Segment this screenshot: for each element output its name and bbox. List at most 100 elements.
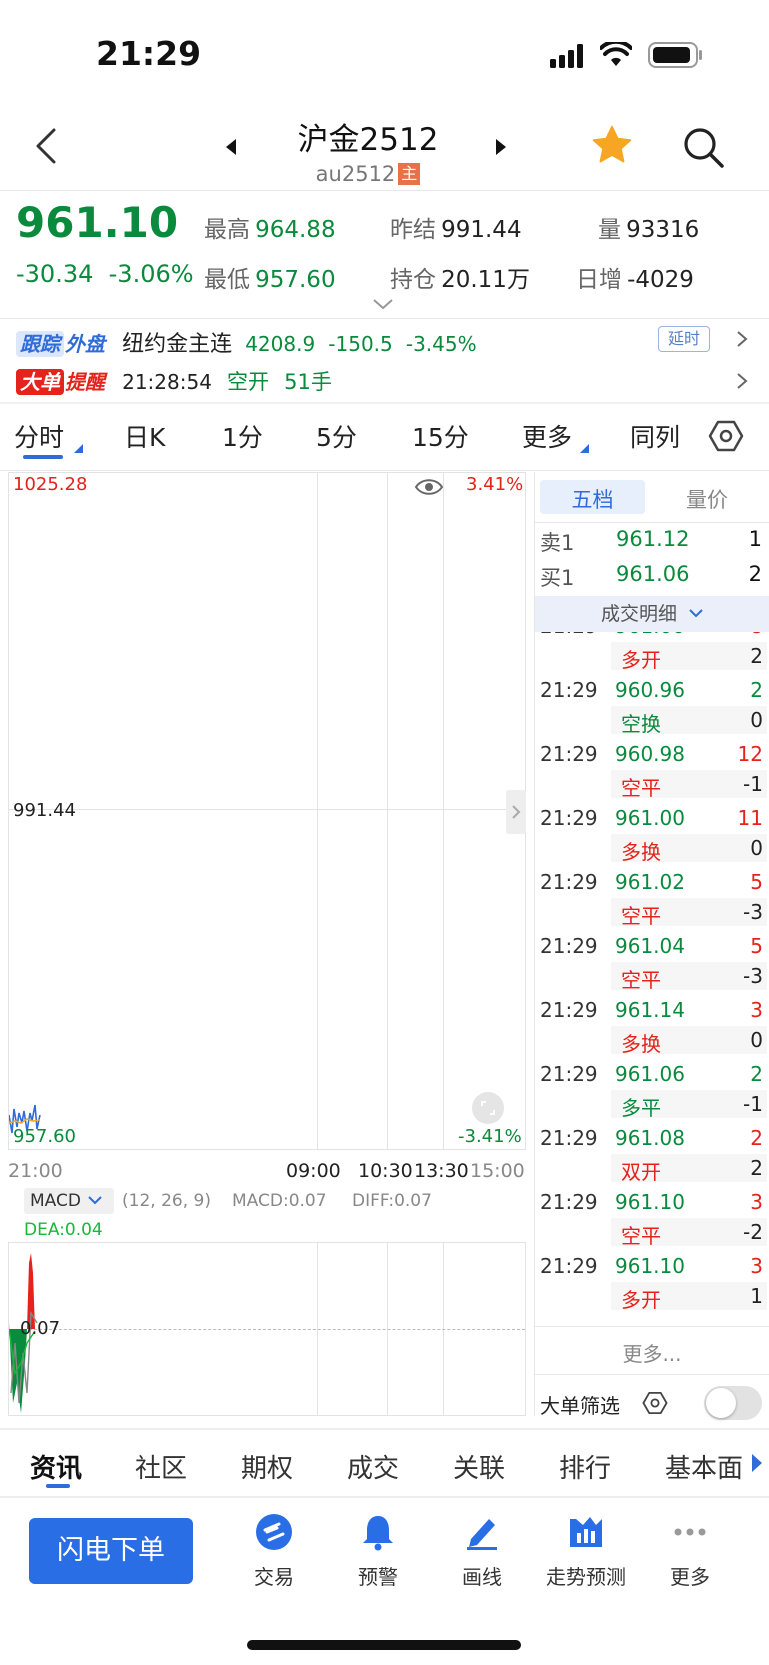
tab-fundamentals[interactable]: 基本面 <box>665 1448 747 1485</box>
tick-type: 多换 <box>621 1032 661 1056</box>
ask-row: 卖1 961.12 1 <box>540 527 762 559</box>
reminder-tag: 提醒 <box>65 370 105 394</box>
tick-price: 960.96 <box>615 678 685 702</box>
status-time: 21:29 <box>96 34 202 73</box>
time-label: 15:00 <box>470 1160 525 1182</box>
nav-trade[interactable]: 交易 <box>224 1513 324 1590</box>
bell-icon <box>363 1516 393 1551</box>
tab-15min[interactable]: 15分 <box>412 418 469 454</box>
back-arrow-icon[interactable] <box>28 126 68 166</box>
macd-label: MACD: <box>232 1191 289 1211</box>
tick-price: 961.06 <box>615 1062 685 1086</box>
nav-draw-line[interactable]: 画线 <box>432 1513 532 1590</box>
big-order-filter-toggle[interactable] <box>704 1386 762 1420</box>
prev-settle-label: 昨结 <box>390 217 436 243</box>
chevron-right-icon[interactable] <box>736 372 748 390</box>
eye-icon[interactable] <box>414 476 444 498</box>
ask-price: 961.12 <box>616 527 690 551</box>
volume-value: 93316 <box>626 217 700 243</box>
nav-forecast[interactable]: 走势预测 <box>536 1513 636 1590</box>
high-stat: 最高 964.88 <box>204 210 336 244</box>
big-order-type: 空开 <box>227 370 270 394</box>
divider <box>0 402 769 404</box>
tab-5min[interactable]: 5分 <box>316 418 357 454</box>
tick-time: 21:29 <box>540 632 598 638</box>
tick-time: 21:29 <box>540 870 598 894</box>
nav-alert[interactable]: 预警 <box>328 1513 428 1590</box>
tab-community[interactable]: 社区 <box>135 1448 187 1485</box>
more-icon <box>674 1528 706 1536</box>
prev-contract-icon[interactable] <box>224 138 238 156</box>
tick-type: 多开 <box>621 648 661 672</box>
expand-chevron-icon[interactable] <box>372 298 394 310</box>
tab-ranking[interactable]: 排行 <box>559 1448 611 1485</box>
more-ticks-link[interactable]: 更多... <box>535 1338 769 1367</box>
divider <box>0 1428 769 1430</box>
tab-intraday[interactable]: 分时 <box>14 418 64 454</box>
chevron-right-icon[interactable] <box>736 330 748 348</box>
track-tag: 跟踪 <box>16 331 64 357</box>
time-label: 10:30 <box>358 1160 413 1182</box>
intraday-chart[interactable] <box>8 472 526 1150</box>
prev-settle-line <box>9 809 525 810</box>
grid-line <box>387 473 388 1149</box>
low-stat: 最低 957.60 <box>204 260 336 294</box>
tick-delta: -3 <box>743 900 763 924</box>
time-label: 13:30 <box>414 1160 469 1182</box>
next-contract-icon[interactable] <box>494 138 508 156</box>
indicator-select[interactable]: MACD <box>24 1188 114 1214</box>
tab-five-levels[interactable]: 五档 <box>540 484 645 514</box>
big-order-row[interactable]: 大单 提醒 21:28:54 空开 51手 <box>16 366 764 398</box>
contract-code: au2512 <box>315 162 396 186</box>
nav-more[interactable]: 更多 <box>640 1513 740 1590</box>
trade-tick-row: 21:29 961.10 3 空平 -2 <box>535 1188 769 1252</box>
tick-volume: 5 <box>750 934 763 958</box>
chart-top-price: 1025.28 <box>13 474 88 495</box>
external-market-row[interactable]: 跟踪 外盘 纽约金主连 4208.9 -150.5 -3.45% <box>16 326 764 358</box>
tab-trades[interactable]: 成交 <box>347 1448 399 1485</box>
indicator-select-label: MACD <box>30 1191 81 1211</box>
macd-params: (12, 26, 9) <box>122 1191 211 1211</box>
open-interest-value: 20.11万 <box>441 267 530 293</box>
tick-delta: 0 <box>750 708 763 732</box>
trade-detail-header[interactable]: 成交明细 <box>535 596 769 632</box>
tab-volume-price[interactable]: 量价 <box>652 484 762 514</box>
nav-draw-line-label: 画线 <box>462 1565 502 1589</box>
trade-tick-row: 21:29 961.08 2 双开 2 <box>535 1124 769 1188</box>
big-order-time: 21:28:54 <box>122 370 212 394</box>
tab-more[interactable]: 更多 <box>522 418 572 454</box>
scroll-right-icon[interactable] <box>750 1452 764 1474</box>
flash-order-button[interactable]: 闪电下单 <box>29 1518 193 1584</box>
prev-settle-value: 991.44 <box>441 217 522 243</box>
filter-settings-icon[interactable] <box>642 1390 668 1416</box>
low-value: 957.60 <box>255 267 336 293</box>
tab-1min[interactable]: 1分 <box>222 418 263 454</box>
grid-line <box>443 473 444 1149</box>
chart-settings-icon[interactable] <box>708 418 744 454</box>
external-price: 4208.9 <box>245 332 316 356</box>
tick-volume: 12 <box>737 742 763 766</box>
tick-volume: 3 <box>750 1254 763 1278</box>
nav-forecast-label: 走势预测 <box>546 1565 626 1589</box>
trade-tick-row: 21:29 960.96 2 空换 0 <box>535 676 769 740</box>
tick-time: 21:29 <box>540 742 598 766</box>
tab-same-column[interactable]: 同列 <box>630 418 680 454</box>
trade-tick-list[interactable]: 21:29 961.00 8 多开 2 21:29 960.96 2 空换 0 21:29 960.9… <box>535 632 769 1322</box>
tab-daily-k[interactable]: 日K <box>124 418 165 454</box>
fullscreen-icon[interactable] <box>472 1092 504 1124</box>
toggle-knob <box>706 1388 736 1418</box>
tab-options[interactable]: 期权 <box>241 1448 293 1485</box>
tab-related[interactable]: 关联 <box>453 1448 505 1485</box>
external-pct: -3.45% <box>405 332 477 356</box>
contract-subtitle: au2512 主 <box>260 162 476 186</box>
tick-time: 21:29 <box>540 934 598 958</box>
side-panel-toggle[interactable] <box>506 790 526 834</box>
star-icon[interactable] <box>590 124 634 168</box>
tab-news[interactable]: 资讯 <box>30 1448 82 1485</box>
search-icon[interactable] <box>682 126 726 170</box>
tick-type: 双开 <box>621 1160 661 1184</box>
delay-badge: 延时 <box>658 326 710 352</box>
macd-readout: MACD:0.07 <box>232 1191 327 1211</box>
tick-type: 多平 <box>621 1096 661 1120</box>
divider <box>0 470 769 471</box>
